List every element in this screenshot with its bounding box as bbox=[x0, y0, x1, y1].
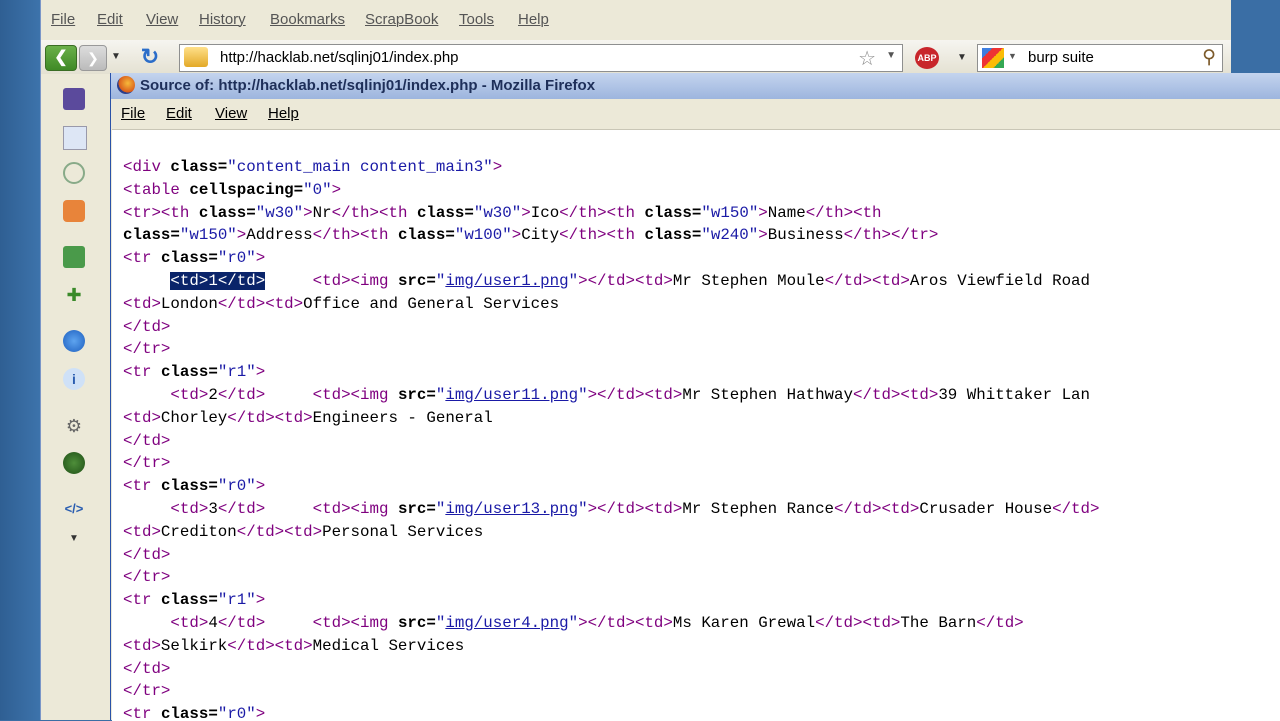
browser-menubar: File Edit View History Bookmarks ScrapBo… bbox=[41, 8, 1231, 34]
url-text[interactable]: http://hacklab.net/sqlinj01/index.php bbox=[220, 49, 459, 66]
site-identity-icon[interactable] bbox=[184, 47, 208, 67]
bookmark-star-icon[interactable]: ☆ bbox=[858, 46, 876, 71]
addon-icon[interactable] bbox=[63, 200, 85, 222]
img-link[interactable]: img/user4.png bbox=[445, 614, 568, 632]
dropdown-icon[interactable]: ▼ bbox=[63, 528, 85, 550]
img-link[interactable]: img/user11.png bbox=[445, 386, 578, 404]
desktop-background bbox=[0, 0, 40, 720]
vs-menu-file[interactable]: File bbox=[121, 105, 145, 122]
adblock-icon[interactable]: ABP bbox=[915, 47, 939, 69]
info-icon[interactable]: i bbox=[63, 368, 85, 390]
menu-tools[interactable]: Tools bbox=[459, 11, 494, 28]
forward-button[interactable]: ❯ bbox=[79, 45, 107, 71]
view-source-window: Source of: http://hacklab.net/sqlinj01/i… bbox=[110, 73, 1280, 721]
img-link[interactable]: img/user13.png bbox=[445, 500, 578, 518]
view-source-menubar: File Edit View Help bbox=[111, 101, 1280, 127]
search-engine-dropdown-icon[interactable]: ▼ bbox=[1008, 51, 1017, 61]
download-icon[interactable] bbox=[63, 246, 85, 268]
history-icon[interactable] bbox=[63, 162, 85, 184]
view-source-titlebar[interactable]: Source of: http://hacklab.net/sqlinj01/i… bbox=[111, 73, 1280, 99]
menu-bookmarks[interactable]: Bookmarks bbox=[270, 11, 345, 28]
vs-menu-edit[interactable]: Edit bbox=[166, 105, 192, 122]
url-bar[interactable]: http://hacklab.net/sqlinj01/index.php ☆ … bbox=[179, 44, 903, 72]
menu-scrapbook[interactable]: ScrapBook bbox=[365, 11, 438, 28]
search-box[interactable]: ▼ burp suite ⚲ bbox=[977, 44, 1223, 72]
menu-file[interactable]: File bbox=[51, 11, 75, 28]
img-link[interactable]: img/user1.png bbox=[445, 272, 568, 290]
code-icon[interactable]: </> bbox=[63, 498, 85, 520]
search-input[interactable]: burp suite bbox=[1028, 49, 1094, 66]
green-orb-icon[interactable] bbox=[63, 452, 85, 474]
page-icon[interactable] bbox=[63, 126, 87, 150]
selected-text[interactable]: <td>1</td> bbox=[170, 271, 266, 290]
sidebar-toolbar: ✚ i ⚙ </> ▼ bbox=[41, 78, 107, 720]
firefox-logo-icon bbox=[117, 76, 135, 94]
url-dropdown-icon[interactable]: ▼ bbox=[886, 50, 896, 61]
source-code: <div class="content_main content_main3">… bbox=[123, 158, 1100, 721]
menu-edit[interactable]: Edit bbox=[97, 11, 123, 28]
window-title: Source of: http://hacklab.net/sqlinj01/i… bbox=[140, 77, 596, 94]
menu-help[interactable]: Help bbox=[518, 11, 549, 28]
puzzle-icon[interactable]: ✚ bbox=[63, 284, 85, 306]
settings-gear-icon[interactable]: ⚙ bbox=[63, 415, 85, 437]
search-icon[interactable]: ⚲ bbox=[1202, 46, 1216, 69]
vs-menu-view[interactable]: View bbox=[215, 105, 247, 122]
vs-menu-help[interactable]: Help bbox=[268, 105, 299, 122]
adblock-dropdown-icon[interactable]: ▼ bbox=[957, 52, 967, 63]
source-code-view[interactable]: <div class="content_main content_main3">… bbox=[112, 129, 1280, 721]
bookmark-manager-icon[interactable] bbox=[63, 88, 85, 110]
menu-view[interactable]: View bbox=[146, 11, 178, 28]
google-search-engine-icon[interactable] bbox=[982, 48, 1004, 68]
back-button[interactable]: ❮ bbox=[45, 45, 77, 71]
history-dropdown-icon[interactable]: ▼ bbox=[111, 45, 125, 69]
menu-history[interactable]: History bbox=[199, 11, 246, 28]
blue-orb-icon[interactable] bbox=[63, 330, 85, 352]
reload-icon[interactable]: ↻ bbox=[137, 45, 163, 69]
